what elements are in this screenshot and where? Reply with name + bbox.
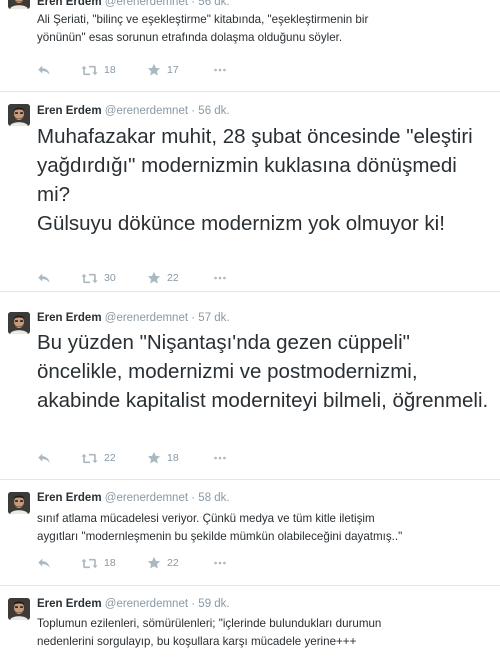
more-icon [213,63,227,77]
more-icon [213,556,227,570]
separator-dot: · [191,0,196,8]
author-handle[interactable]: @erenerdemnet [105,0,188,8]
separator-dot: · [191,492,196,504]
favorite-button[interactable]: 18 [147,450,179,466]
reply-icon [37,271,51,285]
author-name[interactable]: Eren Erdem [37,0,102,8]
reply-icon [37,556,51,570]
avatar-image [8,492,30,514]
tweet-header: Eren Erdem @erenerdemnet · 56 dk. [37,104,230,118]
reply-button[interactable] [37,62,51,78]
star-icon [147,271,161,285]
retweet-button[interactable]: 22 [81,450,116,466]
avatar-image [8,104,30,126]
tweet-timestamp[interactable]: 58 dk. [198,492,229,504]
tweet-timestamp[interactable]: 56 dk. [198,0,229,8]
more-icon [213,451,227,465]
retweet-count: 22 [104,452,116,464]
reply-icon [37,451,51,465]
favorite-count: 18 [167,452,179,464]
tweet-text: Bu yüzden "Nişantaşı'nda gezen cüppeli" … [37,331,489,412]
tweet-item[interactable]: Eren Erdem @erenerdemnet · 58 dk. sınıf … [0,480,500,586]
reply-button[interactable] [37,555,51,571]
star-icon [147,556,161,570]
retweet-button[interactable]: 18 [81,62,116,78]
retweet-icon [81,272,98,285]
tweet-header: Eren Erdem @erenerdemnet · 57 dk. [37,311,230,325]
favorite-count: 22 [167,272,179,284]
tweet-text: Toplumun ezilenleri, sömürülenleri; "içl… [37,617,382,648]
avatar[interactable] [8,0,30,9]
author-name[interactable]: Eren Erdem [37,105,102,117]
tweet-text: sınıf atlama mücadelesi veriyor. Çünkü m… [37,512,403,543]
retweet-count: 18 [104,557,116,569]
avatar[interactable] [8,104,30,126]
author-name[interactable]: Eren Erdem [37,492,102,504]
retweet-icon [81,64,98,77]
more-button[interactable] [213,62,227,78]
reply-icon [37,63,51,77]
tweet-header: Eren Erdem @erenerdemnet · 58 dk. [37,491,230,505]
more-button[interactable] [213,555,227,571]
tweet-timestamp[interactable]: 56 dk. [198,105,229,117]
star-icon [147,451,161,465]
avatar-image [8,0,30,9]
tweet-item[interactable]: Eren Erdem @erenerdemnet · 57 dk. Bu yüz… [0,292,500,480]
author-handle[interactable]: @erenerdemnet [105,105,188,117]
retweet-icon [81,452,98,465]
author-handle[interactable]: @erenerdemnet [105,312,188,324]
tweet-item[interactable]: Eren Erdem @erenerdemnet · 56 dk. Muhafa… [0,92,500,292]
author-handle[interactable]: @erenerdemnet [105,598,188,610]
more-icon [213,271,227,285]
more-button[interactable] [213,450,227,466]
favorite-count: 22 [167,557,179,569]
favorite-button[interactable]: 22 [147,270,179,286]
retweet-button[interactable]: 18 [81,555,116,571]
favorite-count: 17 [167,64,179,76]
star-icon [147,63,161,77]
separator-dot: · [191,312,196,324]
more-button[interactable] [213,270,227,286]
avatar[interactable] [8,598,30,620]
avatar[interactable] [8,492,30,514]
avatar-image [8,598,30,620]
tweet-text: Ali Şeriati, "bilinç ve eşekleştirme" ki… [37,13,369,44]
reply-button[interactable] [37,450,51,466]
separator-dot: · [191,105,196,117]
tweet-item[interactable]: Eren Erdem @erenerdemnet · 59 dk. Toplum… [0,586,500,658]
author-name[interactable]: Eren Erdem [37,598,102,610]
favorite-button[interactable]: 22 [147,555,179,571]
retweet-count: 30 [104,272,116,284]
author-name[interactable]: Eren Erdem [37,312,102,324]
reply-button[interactable] [37,270,51,286]
tweet-item[interactable]: Eren Erdem @erenerdemnet · 56 dk. Ali Şe… [0,0,500,92]
favorite-button[interactable]: 17 [147,62,179,78]
avatar-image [8,312,30,334]
retweet-count: 18 [104,64,116,76]
author-handle[interactable]: @erenerdemnet [105,492,188,504]
tweet-header: Eren Erdem @erenerdemnet · 56 dk. [37,0,230,9]
avatar[interactable] [8,312,30,334]
tweet-header: Eren Erdem @erenerdemnet · 59 dk. [37,597,230,611]
tweet-timestamp[interactable]: 59 dk. [198,598,229,610]
retweet-icon [81,557,98,570]
tweet-timestamp[interactable]: 57 dk. [198,312,229,324]
tweet-text: Muhafazakar muhit, 28 şubat öncesinde "e… [37,125,473,235]
separator-dot: · [191,598,196,610]
retweet-button[interactable]: 30 [81,270,116,286]
